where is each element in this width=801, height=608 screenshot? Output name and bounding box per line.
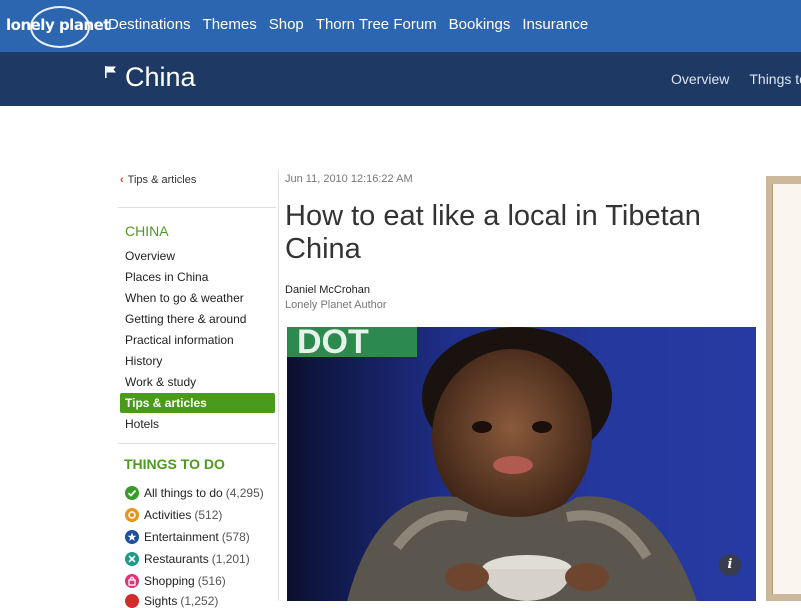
article-author[interactable]: Daniel McCrohan: [285, 284, 370, 296]
things-item-count: (4,295): [225, 486, 264, 500]
divider: [118, 443, 276, 444]
things-to-do-title: THINGS TO DO: [124, 456, 225, 472]
article-author-role: Lonely Planet Author: [285, 299, 387, 311]
things-item-count: (578): [221, 530, 250, 544]
things-item-restaurants[interactable]: Restaurants (1,201): [125, 552, 250, 566]
svg-text:DOT: DOT: [297, 327, 369, 361]
sidebar-item-tips-articles[interactable]: Tips & articles: [120, 393, 275, 413]
things-item-label: Shopping: [144, 574, 195, 588]
sidebar-item-places[interactable]: Places in China: [125, 270, 208, 284]
sidebar-item-overview[interactable]: Overview: [125, 249, 175, 263]
article-photo: DOT: [287, 327, 756, 601]
things-item-count: (512): [194, 508, 223, 522]
sidebar-item-work-study[interactable]: Work & study: [125, 375, 196, 389]
check-icon: [125, 486, 139, 500]
nav-bookings[interactable]: Bookings: [449, 16, 511, 33]
things-item-count: (1,252): [180, 594, 219, 608]
page-title[interactable]: China: [125, 62, 196, 93]
things-item-all[interactable]: All things to do (4,295): [125, 486, 264, 500]
shopping-bag-icon: [125, 574, 139, 588]
sidebar-item-label: Tips & articles: [125, 396, 207, 410]
back-link[interactable]: ‹ Tips & articles: [120, 174, 196, 186]
photo-info-button[interactable]: i: [719, 554, 741, 576]
logo-text: lonely planet: [6, 16, 110, 34]
column-divider: [278, 170, 279, 601]
back-link-label: Tips & articles: [127, 174, 197, 186]
article-title: How to eat like a local in Tibetan China: [285, 200, 701, 265]
nav-shop[interactable]: Shop: [269, 16, 304, 33]
ad-paper: [772, 184, 801, 594]
subnav-overview[interactable]: Overview: [671, 71, 729, 87]
star-icon: [125, 530, 139, 544]
things-item-label: Entertainment: [144, 530, 219, 544]
nav-insurance[interactable]: Insurance: [522, 16, 588, 33]
nav-destinations[interactable]: Destinations: [108, 16, 191, 33]
article-date: Jun 11, 2010 12:16:22 AM: [285, 173, 413, 185]
sidebar-item-getting-there[interactable]: Getting there & around: [125, 312, 246, 326]
things-item-activities[interactable]: Activities (512): [125, 508, 222, 522]
things-item-sights[interactable]: Sights (1,252): [125, 594, 218, 608]
sights-icon: [125, 594, 139, 608]
side-advertisement[interactable]: [766, 176, 801, 601]
things-item-label: Restaurants: [144, 552, 209, 566]
restaurant-icon: [125, 552, 139, 566]
sidebar-item-practical[interactable]: Practical information: [125, 333, 234, 347]
things-item-shopping[interactable]: Shopping (516): [125, 574, 226, 588]
sidebar-item-when-to-go[interactable]: When to go & weather: [125, 291, 244, 305]
things-item-label: Sights: [144, 594, 178, 608]
main-nav: Destinations Themes Shop Thorn Tree Foru…: [108, 16, 588, 33]
things-item-entertainment[interactable]: Entertainment (578): [125, 530, 250, 544]
sidebar-section-title[interactable]: CHINA: [125, 223, 169, 239]
things-item-count: (1,201): [211, 552, 250, 566]
sidebar-item-hotels[interactable]: Hotels: [125, 417, 159, 431]
photo-illustration: DOT: [287, 327, 756, 601]
nav-themes[interactable]: Themes: [203, 16, 257, 33]
nav-thorn-tree-forum[interactable]: Thorn Tree Forum: [316, 16, 437, 33]
chevron-left-icon: ‹: [120, 174, 124, 186]
things-item-count: (516): [197, 574, 226, 588]
destination-nav: Overview Things to: [671, 71, 801, 87]
subnav-things-to-do[interactable]: Things to: [749, 71, 801, 87]
flag-icon: [105, 66, 116, 78]
activities-icon: [125, 508, 139, 522]
sidebar-item-history[interactable]: History: [125, 354, 162, 368]
divider: [118, 207, 276, 208]
things-item-label: All things to do: [144, 486, 223, 500]
lonely-planet-logo[interactable]: lonely planet: [6, 6, 110, 48]
things-item-label: Activities: [144, 508, 192, 522]
